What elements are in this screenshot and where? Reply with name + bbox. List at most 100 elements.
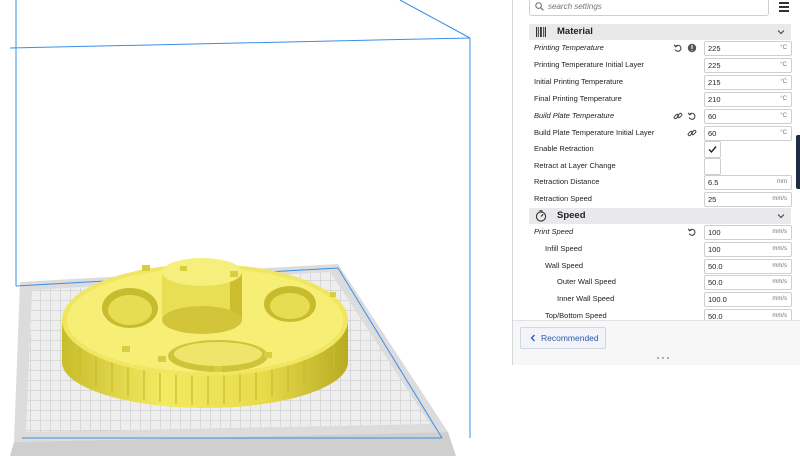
retract-at-layer-change-checkbox[interactable] — [704, 158, 721, 175]
globe-icon[interactable] — [687, 43, 697, 53]
chevron-left-icon — [530, 334, 535, 342]
setting-field[interactable]: 210 °C — [704, 92, 792, 107]
reset-icon[interactable] — [673, 43, 683, 53]
3d-model-pulley[interactable] — [62, 258, 348, 408]
search-box[interactable] — [529, 0, 769, 16]
reset-icon[interactable] — [687, 227, 697, 237]
setting-label: Initial Printing Temperature — [534, 77, 624, 86]
setting-field[interactable]: 60 °C — [704, 126, 792, 141]
chevron-down-icon — [777, 214, 785, 219]
setting-label: Final Printing Temperature — [534, 94, 622, 103]
setting-value: 6.5 — [708, 178, 719, 187]
category-title: Material — [557, 26, 593, 37]
print-settings-panel: Material Printing Temperature 225 °C Pri… — [512, 0, 800, 365]
setting-label: Enable Retraction — [534, 144, 594, 153]
setting-unit: mm/s — [772, 263, 787, 269]
search-row — [529, 0, 789, 16]
setting-inner-wall-speed[interactable]: Inner Wall Speed 100.0 mm/s — [529, 291, 792, 307]
setting-unit: °C — [780, 79, 787, 85]
setting-value: 100 — [708, 228, 721, 237]
setting-label: Infill Speed — [545, 244, 583, 253]
category-material[interactable]: Material — [529, 24, 791, 40]
setting-unit: mm/s — [772, 246, 787, 252]
setting-retraction-distance[interactable]: Retraction Distance 6.5 mm — [529, 174, 792, 190]
setting-value: 210 — [708, 95, 721, 104]
setting-unit: °C — [780, 45, 787, 51]
setting-value: 50.0 — [708, 278, 723, 287]
setting-label: Printing Temperature Initial Layer — [534, 60, 644, 69]
setting-field[interactable]: 100 mm/s — [704, 242, 792, 257]
setting-outer-wall-speed[interactable]: Outer Wall Speed 50.0 mm/s — [529, 274, 792, 290]
side-panel-tab[interactable] — [796, 135, 800, 189]
setting-unit: mm/s — [772, 279, 787, 285]
panel-footer: Recommended — [513, 320, 800, 365]
speed-gauge-icon — [535, 210, 547, 222]
setting-value: 100 — [708, 245, 721, 254]
setting-value: 215 — [708, 78, 721, 87]
setting-final-printing-temperature[interactable]: Final Printing Temperature 210 °C — [529, 91, 792, 107]
setting-retraction-speed[interactable]: Retraction Speed 25 mm/s — [529, 191, 792, 207]
setting-unit: °C — [780, 62, 787, 68]
search-input[interactable] — [548, 0, 748, 13]
setting-field[interactable]: 100.0 mm/s — [704, 292, 792, 307]
setting-field[interactable]: 225 °C — [704, 58, 792, 73]
setting-field[interactable]: 6.5 mm — [704, 175, 792, 190]
setting-value: 60 — [708, 129, 717, 138]
enable-retraction-checkbox[interactable] — [704, 141, 721, 158]
setting-printing-temperature-initial-layer[interactable]: Printing Temperature Initial Layer 225 °… — [529, 57, 792, 73]
setting-field[interactable]: 215 °C — [704, 75, 792, 90]
setting-label: Build Plate Temperature — [534, 111, 615, 120]
setting-field[interactable]: 100 mm/s — [704, 225, 792, 240]
link-icon[interactable] — [673, 111, 683, 121]
setting-unit: mm/s — [772, 313, 787, 319]
category-speed[interactable]: Speed — [529, 208, 791, 224]
setting-field[interactable]: 25 mm/s — [704, 192, 792, 207]
category-title: Speed — [557, 210, 586, 221]
setting-label: Retraction Speed — [534, 194, 592, 203]
setting-label: Top/Bottom Speed — [545, 311, 607, 320]
setting-label: Wall Speed — [545, 261, 584, 270]
settings-menu-button[interactable] — [777, 0, 791, 14]
setting-printing-temperature[interactable]: Printing Temperature 225 °C — [529, 40, 792, 56]
setting-wall-speed[interactable]: Wall Speed 50.0 mm/s — [529, 258, 792, 274]
setting-unit: mm/s — [772, 229, 787, 235]
reset-icon[interactable] — [687, 111, 697, 121]
setting-label: Retraction Distance — [534, 177, 600, 186]
setting-label: Outer Wall Speed — [557, 277, 616, 286]
setting-field[interactable]: 60 °C — [704, 109, 792, 124]
setting-build-plate-temperature[interactable]: Build Plate Temperature 60 °C — [529, 108, 792, 124]
setting-enable-retraction[interactable]: Enable Retraction — [529, 141, 791, 158]
setting-unit: °C — [780, 113, 787, 119]
setting-unit: mm — [777, 179, 787, 185]
setting-value: 60 — [708, 112, 717, 121]
setting-unit: °C — [780, 130, 787, 136]
setting-value: 225 — [708, 61, 721, 70]
link-icon[interactable] — [687, 128, 697, 138]
setting-field[interactable]: 225 °C — [704, 41, 792, 56]
setting-field[interactable]: 50.0 mm/s — [704, 259, 792, 274]
recommended-button[interactable]: Recommended — [520, 327, 606, 349]
panel-resize-handle[interactable] — [657, 357, 671, 361]
hamburger-menu-icon — [779, 2, 789, 4]
chevron-down-icon — [777, 30, 785, 35]
recommended-label: Recommended — [541, 333, 599, 343]
setting-print-speed[interactable]: Print Speed 100 mm/s — [529, 224, 792, 240]
setting-value: 50.0 — [708, 262, 723, 271]
checkmark-icon — [708, 146, 717, 154]
setting-value: 225 — [708, 44, 721, 53]
setting-unit: °C — [780, 96, 787, 102]
setting-label: Build Plate Temperature Initial Layer — [534, 128, 655, 137]
setting-label: Printing Temperature — [534, 43, 604, 52]
setting-initial-printing-temperature[interactable]: Initial Printing Temperature 215 °C — [529, 74, 792, 90]
setting-label: Print Speed — [534, 227, 574, 236]
setting-unit: mm/s — [772, 196, 787, 202]
material-icon — [536, 27, 546, 37]
setting-retract-at-layer-change[interactable]: Retract at Layer Change — [529, 158, 791, 175]
setting-field[interactable]: 50.0 mm/s — [704, 275, 792, 290]
setting-value: 100.0 — [708, 295, 727, 304]
search-icon — [535, 2, 544, 11]
setting-value: 25 — [708, 195, 717, 204]
setting-build-plate-temperature-initial-layer[interactable]: Build Plate Temperature Initial Layer 60… — [529, 125, 792, 141]
setting-infill-speed[interactable]: Infill Speed 100 mm/s — [529, 241, 792, 257]
setting-label: Retract at Layer Change — [534, 161, 616, 170]
